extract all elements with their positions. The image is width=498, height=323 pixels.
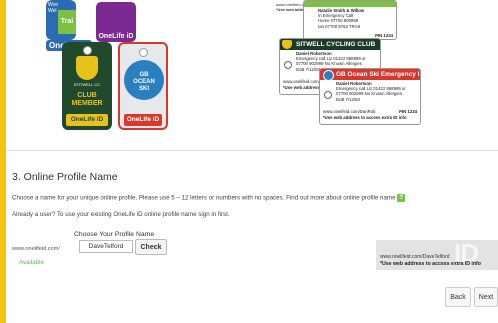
tag-text: Trai	[58, 10, 76, 34]
card-line: Ian 07700 9762 TRA9	[318, 23, 360, 29]
profile-name-input[interactable]	[79, 240, 133, 253]
check-button[interactable]: Check	[135, 239, 167, 255]
product-image: Woo Wel Trai OneLife iD OneLife iD STITW…	[6, 0, 498, 142]
instructions-text: Choose a name for your unique online pro…	[12, 194, 406, 202]
id-card-ocean-ski: GB Ocean Ski Emergency ID Daniel Roberts…	[319, 68, 421, 125]
tag-text: CLUB	[77, 92, 97, 99]
brand-label: OneLife iD	[98, 33, 134, 40]
card-header: GB Ocean Ski Emergency ID	[320, 69, 420, 80]
brand-label: OneLife iD	[124, 114, 162, 126]
preview-note: *Use web address to access extra ID info	[380, 261, 481, 267]
next-button[interactable]: Next	[474, 287, 498, 307]
tag-text: MEMBER	[71, 100, 103, 107]
card-line: DoB 7/12/83	[336, 96, 360, 102]
ocean-badge: GB OCEAN SKI	[124, 60, 164, 100]
id-card-natalie: Natalie Smith & Willow In Emergency Call…	[303, 0, 397, 40]
back-button[interactable]: Back	[445, 287, 471, 307]
card-url: www.onelifeid.com/DanRob	[323, 109, 376, 114]
help-icon[interactable]: ?	[397, 194, 406, 202]
card-header: SITWELL CYCLING CLUB	[280, 39, 380, 50]
card-pin: PIN 1234	[399, 109, 417, 114]
section-title: 3. Online Profile Name	[12, 171, 118, 183]
existing-user-text: Already a user? To use your existing One…	[12, 211, 230, 218]
availability-status: Available	[19, 259, 44, 266]
tag-woo: Woo Wel Trai	[46, 0, 76, 40]
profile-name-label: Choose Your Profile Name	[74, 231, 155, 238]
tag-ocean-ski: ✱ GB OCEAN SKI OneLife iD	[118, 42, 168, 130]
card-radio-icon	[284, 61, 292, 69]
card-footer: *Use web address to access extra ID info	[323, 115, 407, 120]
instructions-label: Choose a name for your unique online pro…	[12, 194, 396, 202]
card-footer: *Use web address to access extr...	[276, 7, 303, 12]
profile-preview-image: ID www.onelifeid.com/DaveTelford *Use we…	[376, 240, 498, 270]
card-url-fragment: www.onelifeid.com/... *Use web address t…	[276, 2, 303, 12]
tag-text: GB	[139, 72, 149, 78]
url-prefix: www.onelifeid.com/	[12, 246, 60, 252]
club-shield-icon	[76, 56, 98, 80]
section-divider	[6, 150, 498, 151]
tag-text: SKI	[138, 86, 149, 92]
card-radio-icon	[324, 91, 332, 99]
tag-text: STITWELL CC	[73, 82, 101, 87]
tag-text: OCEAN	[133, 79, 155, 85]
tag-text: Wel	[48, 8, 57, 14]
tag-body: OneLife iD	[96, 2, 136, 42]
tag-club: STITWELL CC CLUB MEMBER OneLife iD	[62, 42, 112, 130]
page-content: Woo Wel Trai OneLife iD OneLife iD STITW…	[6, 0, 498, 323]
brand-label: OneLife iD	[66, 114, 108, 126]
preview-url: www.onelifeid.com/DaveTelford	[380, 254, 450, 260]
ocean-logo-icon	[323, 70, 334, 81]
